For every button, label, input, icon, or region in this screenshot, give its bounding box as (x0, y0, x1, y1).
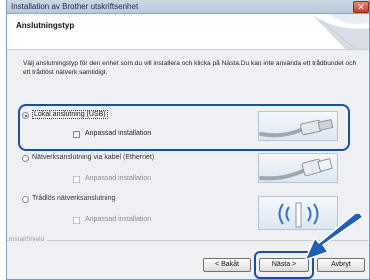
pointer-arrow-icon (304, 214, 364, 261)
back-button[interactable]: < Bakåt (203, 258, 251, 272)
wireless-option-label[interactable]: Trådlös nätverksanslutning (32, 195, 115, 202)
usb-custom-install-checkbox[interactable] (73, 131, 80, 138)
ethernet-option-label[interactable]: Nätverksanslutning via kabel (Ethernet) (32, 154, 154, 161)
wireless-custom-install-label: Anpassad installation (85, 216, 152, 223)
usb-custom-install-label[interactable]: Anpassad installation (85, 130, 151, 137)
page-header: Anslutningstyp (7, 14, 369, 50)
usb-option-label[interactable]: Lokal anslutning (USB) (32, 110, 108, 119)
window-title: Installation av Brother utskriftsenhet (11, 2, 139, 11)
wireless-custom-install-checkbox (73, 217, 80, 224)
instruction-text: Välj anslutningstyp för den enhet som du… (23, 60, 357, 76)
installer-window: Installation av Brother utskriftsenhet ✕… (6, 0, 370, 280)
header-decoration-icon (311, 14, 369, 49)
ethernet-custom-install-checkbox (73, 176, 80, 183)
page-title: Anslutningstyp (16, 21, 75, 30)
wireless-radio[interactable] (22, 196, 29, 203)
installshield-brand: InstallShield (9, 236, 48, 243)
close-icon: ✕ (357, 2, 365, 12)
usb-radio[interactable] (22, 112, 29, 119)
ethernet-radio[interactable] (22, 155, 29, 162)
title-bar: Installation av Brother utskriftsenhet ✕ (7, 0, 369, 14)
ethernet-image (258, 153, 338, 183)
usb-cable-icon (259, 119, 334, 138)
ethernet-cable-icon (259, 158, 333, 181)
usb-image (258, 111, 338, 141)
close-button[interactable]: ✕ (353, 1, 369, 13)
ethernet-custom-install-label: Anpassad installation (85, 175, 152, 182)
